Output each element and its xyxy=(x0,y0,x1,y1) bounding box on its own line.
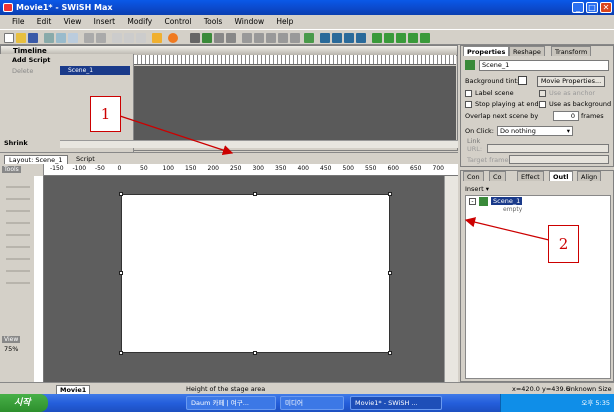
annotation-label-1: 1 xyxy=(90,96,121,132)
annotation-arrow-1 xyxy=(119,115,234,156)
annotation-arrow-2 xyxy=(464,217,550,241)
annotation-overlay xyxy=(119,115,550,241)
annotation-label-2: 2 xyxy=(548,225,579,263)
